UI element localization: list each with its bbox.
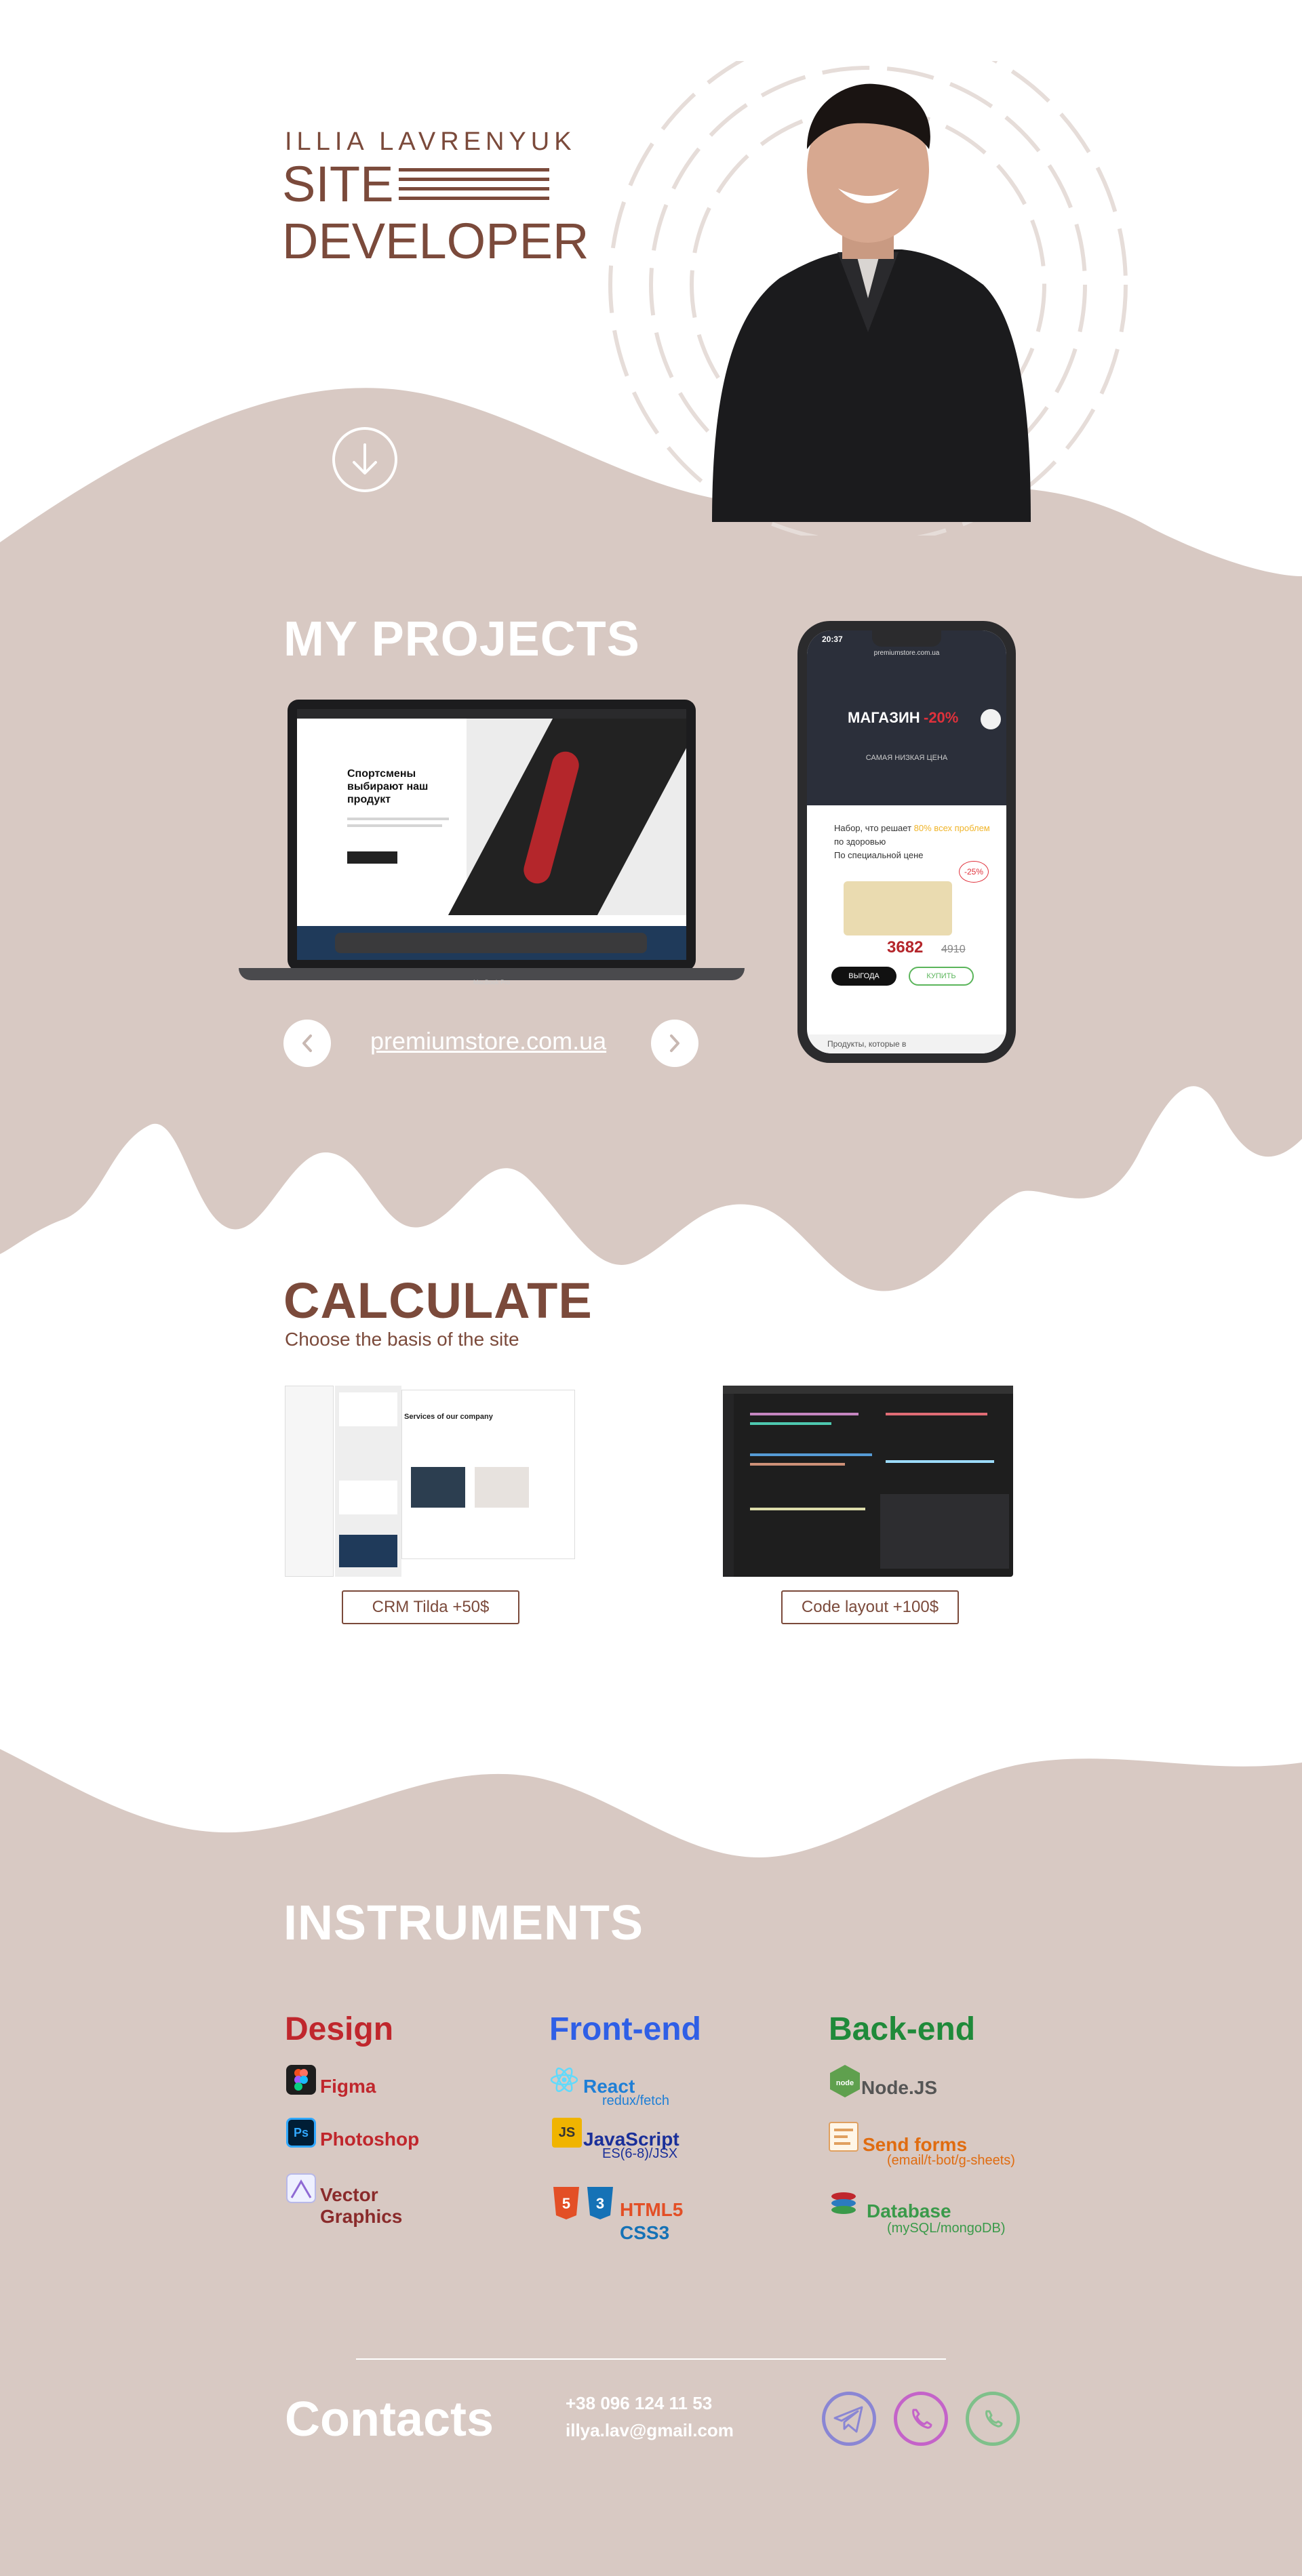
code-editor-preview[interactable] — [723, 1386, 1013, 1577]
figma-icon — [286, 2065, 316, 2095]
phone-footer-text: Продукты, которые в — [807, 1034, 1006, 1053]
email-address[interactable]: illya.lav@gmail.com — [566, 2420, 734, 2441]
tool-name: Figma — [320, 2076, 376, 2097]
laptop-headline: Спортсмены выбирают наш продукт — [347, 768, 429, 805]
crm-tilda-option-button[interactable]: CRM Tilda +50$ — [342, 1590, 519, 1624]
viber-button[interactable] — [894, 2392, 948, 2446]
tool-name: HTML5 — [620, 2199, 684, 2220]
tool-name: Photoshop — [320, 2129, 420, 2150]
phone-shop-title: МАГАЗИН — [848, 709, 920, 726]
html5-css3-icon: 53 — [552, 2187, 614, 2219]
scroll-down-button[interactable] — [332, 427, 397, 492]
hero-decorative-lines — [399, 168, 549, 202]
calculate-title: CALCULATE — [283, 1272, 593, 1329]
instruments-title: INSTRUMENTS — [283, 1896, 644, 1950]
tool-sub: (mySQL/mongoDB) — [887, 2221, 1006, 2236]
laptop-brand: MacBook Pro — [473, 979, 511, 986]
whatsapp-icon — [985, 2410, 1003, 2428]
phone-primary-button[interactable]: ВЫГОДА — [831, 967, 896, 986]
laptop-mockup: Спортсмены выбирают наш продукт MacBook … — [239, 700, 745, 991]
hero-title-line1: SITE — [282, 156, 394, 212]
tilda-preview-title: Services of our company — [404, 1413, 493, 1421]
react-icon — [549, 2065, 579, 2095]
tool-sub: ES(6-8)/JSX — [602, 2146, 678, 2161]
contacts-title: Contacts — [285, 2392, 494, 2447]
next-project-button[interactable] — [651, 1020, 698, 1067]
phone-text: Набор, что решает 80% всех проблем по зд… — [834, 823, 990, 860]
phone-secondary-button[interactable]: КУПИТЬ — [909, 967, 974, 986]
telegram-button[interactable] — [822, 2392, 876, 2446]
svg-text:node: node — [836, 2079, 854, 2087]
phone-discount: -20% — [924, 709, 959, 726]
database-icon — [829, 2190, 859, 2219]
tool-name: Vector Graphics — [320, 2184, 403, 2227]
projects-title: MY PROJECTS — [283, 612, 640, 666]
hero-title-line2: DEVELOPER — [282, 213, 589, 269]
tool-name: Database — [867, 2200, 951, 2221]
telegram-icon — [833, 2406, 863, 2433]
phone-price: 3682 — [887, 938, 924, 957]
phone-screen: 20:37 premiumstore.com.ua МАГАЗИН -20% С… — [807, 630, 1006, 1053]
code-layout-option-button[interactable]: Code layout +100$ — [781, 1590, 959, 1624]
phone-mockup: 20:37 premiumstore.com.ua МАГАЗИН -20% С… — [797, 621, 1016, 1063]
javascript-icon: JS — [552, 2118, 582, 2148]
vector-graphics-icon — [286, 2173, 316, 2203]
photoshop-icon: Ps — [286, 2118, 316, 2148]
backend-heading: Back-end — [829, 2011, 976, 2047]
phone-badge: -25% — [959, 861, 989, 883]
product-image — [844, 881, 952, 935]
chevron-right-icon — [670, 1034, 679, 1052]
svg-text:5: 5 — [562, 2195, 570, 2212]
phone-number[interactable]: +38 096 124 11 53 — [566, 2393, 712, 2414]
phone-time: 20:37 — [822, 635, 843, 644]
prev-project-button[interactable] — [283, 1020, 331, 1067]
design-heading: Design — [285, 2011, 394, 2047]
whatsapp-button[interactable] — [966, 2392, 1020, 2446]
viber-icon — [912, 2409, 932, 2429]
tool-sub: redux/fetch — [602, 2093, 669, 2108]
svg-text:3: 3 — [596, 2195, 604, 2212]
send-forms-icon — [829, 2122, 859, 2152]
developer-portrait — [712, 83, 1031, 522]
cart-icon[interactable] — [981, 709, 1001, 729]
tool-sub: (email/t-bot/g-sheets) — [887, 2153, 1015, 2168]
nodejs-icon: node — [830, 2065, 860, 2097]
phone-subtitle: САМАЯ НИЗКАЯ ЦЕНА — [865, 754, 948, 762]
phone-url: premiumstore.com.ua — [873, 649, 940, 657]
project-link[interactable]: premiumstore.com.ua — [370, 1027, 606, 1055]
laptop-screen: Спортсмены выбирают наш продукт — [297, 709, 686, 960]
calculate-subtitle: Choose the basis of the site — [285, 1329, 519, 1350]
tool-name: Node.JS — [861, 2077, 938, 2098]
phone-old-price: 4910 — [941, 944, 966, 955]
tool-sub: CSS3 — [620, 2222, 670, 2243]
developer-name: ILLIA LAVRENYUK — [285, 127, 576, 156]
chevron-left-icon — [302, 1034, 312, 1052]
tilda-preview[interactable]: Services of our company — [285, 1386, 575, 1577]
frontend-heading: Front-end — [549, 2011, 701, 2047]
arrow-down-circle-icon — [353, 443, 377, 475]
